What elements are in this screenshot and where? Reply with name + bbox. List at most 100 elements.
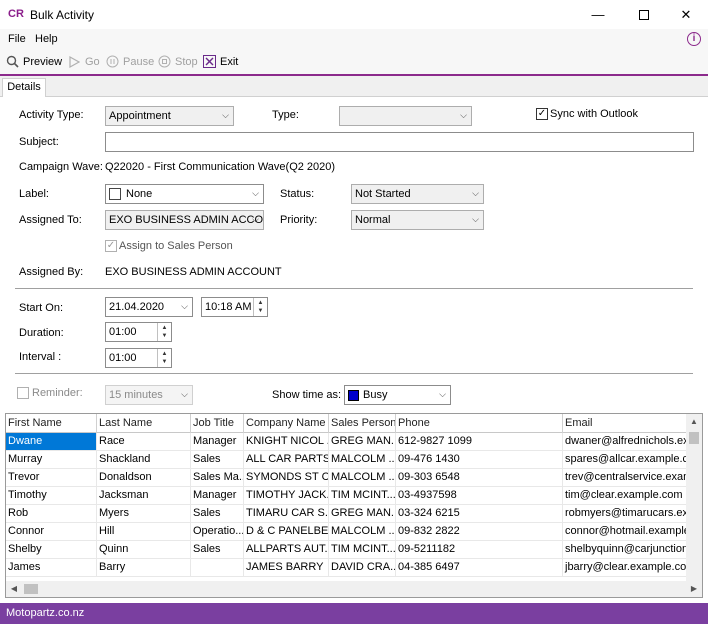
- table-cell[interactable]: SYMONDS ST C...: [244, 469, 329, 487]
- pause-button[interactable]: Pause: [106, 55, 154, 68]
- table-row[interactable]: Dwane Race Manager KNIGHT NICOL ... GREG MAN…: [6, 433, 696, 451]
- column-header[interactable]: Phone: [396, 414, 563, 433]
- table-cell[interactable]: 04-385 6497: [396, 559, 563, 577]
- table-cell[interactable]: 03-324 6215: [396, 505, 563, 523]
- type-select[interactable]: ⌵: [339, 106, 472, 126]
- table-cell[interactable]: TIM MCINT...: [329, 541, 396, 559]
- preview-button[interactable]: Preview: [6, 55, 62, 68]
- table-cell[interactable]: Myers: [97, 505, 191, 523]
- table-cell[interactable]: Donaldson: [97, 469, 191, 487]
- column-header[interactable]: Company Name: [244, 414, 329, 433]
- menu-help[interactable]: Help: [35, 33, 58, 45]
- table-cell[interactable]: 03-4937598: [396, 487, 563, 505]
- spinner-icon[interactable]: ▲ ▼: [157, 349, 171, 367]
- spinner-icon[interactable]: ▲ ▼: [157, 323, 171, 341]
- table-cell[interactable]: TIM MCINT...: [329, 487, 396, 505]
- table-row[interactable]: Shelby Quinn Sales ALLPARTS AUT... TIM MCINT…: [6, 541, 696, 559]
- scroll-up-icon[interactable]: ▲: [686, 414, 702, 430]
- info-icon[interactable]: i: [687, 32, 701, 46]
- table-cell[interactable]: Trevor: [6, 469, 97, 487]
- scroll-thumb[interactable]: [689, 432, 699, 444]
- table-cell[interactable]: JAMES BARRY: [244, 559, 329, 577]
- start-time-input[interactable]: 10:18 AM ▲ ▼: [201, 297, 268, 317]
- table-cell[interactable]: jbarry@clear.example.com: [563, 559, 696, 577]
- priority-select[interactable]: Normal ⌵: [351, 210, 484, 230]
- table-cell[interactable]: dwaner@alfrednichols.exa: [563, 433, 696, 451]
- table-cell[interactable]: [191, 559, 244, 577]
- table-cell[interactable]: James: [6, 559, 97, 577]
- table-row[interactable]: James Barry JAMES BARRY DAVID CRA... 04-385 …: [6, 559, 696, 577]
- table-cell[interactable]: Shackland: [97, 451, 191, 469]
- table-row[interactable]: Rob Myers Sales TIMARU CAR S... GREG MAN... 0…: [6, 505, 696, 523]
- horizontal-scrollbar[interactable]: ◀ ▶: [6, 581, 702, 597]
- table-cell[interactable]: 09-303 6548: [396, 469, 563, 487]
- table-cell[interactable]: Race: [97, 433, 191, 451]
- table-cell[interactable]: DAVID CRA...: [329, 559, 396, 577]
- scroll-thumb[interactable]: [24, 584, 38, 594]
- tab-details[interactable]: Details: [2, 78, 46, 97]
- table-cell[interactable]: Manager: [191, 433, 244, 451]
- table-cell[interactable]: Sales Ma...: [191, 469, 244, 487]
- table-cell[interactable]: Murray: [6, 451, 97, 469]
- scroll-right-icon[interactable]: ▶: [686, 581, 702, 597]
- subject-input[interactable]: [105, 132, 694, 152]
- table-cell[interactable]: MALCOLM ...: [329, 469, 396, 487]
- table-cell[interactable]: Operatio...: [191, 523, 244, 541]
- vertical-scrollbar[interactable]: ▲: [686, 414, 702, 581]
- table-cell[interactable]: Timothy: [6, 487, 97, 505]
- column-header[interactable]: Job Title: [191, 414, 244, 433]
- table-cell[interactable]: spares@allcar.example.co: [563, 451, 696, 469]
- table-cell[interactable]: ALLPARTS AUT...: [244, 541, 329, 559]
- table-cell[interactable]: Quinn: [97, 541, 191, 559]
- table-row[interactable]: Murray Shackland Sales ALL CAR PARTS MALCOLM…: [6, 451, 696, 469]
- activity-type-select[interactable]: Appointment ⌵: [105, 106, 234, 126]
- table-row[interactable]: Timothy Jacksman Manager TIMOTHY JACK... TIM…: [6, 487, 696, 505]
- table-cell[interactable]: 09-476 1430: [396, 451, 563, 469]
- interval-input[interactable]: 01:00 ▲ ▼: [105, 348, 172, 368]
- table-cell[interactable]: robmyers@timarucars.exa: [563, 505, 696, 523]
- table-cell[interactable]: connor@hotmail.example: [563, 523, 696, 541]
- table-cell[interactable]: Hill: [97, 523, 191, 541]
- maximize-button[interactable]: [621, 0, 667, 29]
- assign-sales-checkbox[interactable]: ✓ Assign to Sales Person: [105, 240, 233, 252]
- assigned-to-select[interactable]: EXO BUSINESS ADMIN ACCO ⌵: [105, 210, 264, 230]
- table-cell[interactable]: D & C PANELBE...: [244, 523, 329, 541]
- column-header[interactable]: First Name: [6, 414, 97, 433]
- spinner-icon[interactable]: ▲ ▼: [253, 298, 267, 316]
- table-cell[interactable]: TIMARU CAR S...: [244, 505, 329, 523]
- start-date-picker[interactable]: 21.04.2020 ⌵: [105, 297, 193, 317]
- status-select[interactable]: Not Started ⌵: [351, 184, 484, 204]
- table-cell[interactable]: 09-5211182: [396, 541, 563, 559]
- minimize-button[interactable]: —: [575, 0, 621, 29]
- duration-input[interactable]: 01:00 ▲ ▼: [105, 322, 172, 342]
- label-select[interactable]: None ⌵: [105, 184, 264, 204]
- table-cell[interactable]: Manager: [191, 487, 244, 505]
- table-cell[interactable]: tim@clear.example.com: [563, 487, 696, 505]
- reminder-select[interactable]: 15 minutes ⌵: [105, 385, 193, 405]
- table-cell[interactable]: 09-832 2822: [396, 523, 563, 541]
- close-button[interactable]: ✕: [663, 0, 708, 29]
- table-cell[interactable]: GREG MAN...: [329, 433, 396, 451]
- table-cell[interactable]: shelbyquinn@carjunction: [563, 541, 696, 559]
- menu-file[interactable]: File: [8, 33, 26, 45]
- reminder-checkbox[interactable]: Reminder:: [17, 387, 83, 399]
- column-header[interactable]: Email: [563, 414, 696, 433]
- table-cell[interactable]: Sales: [191, 451, 244, 469]
- scroll-left-icon[interactable]: ◀: [6, 581, 22, 597]
- table-cell[interactable]: ALL CAR PARTS: [244, 451, 329, 469]
- table-cell[interactable]: MALCOLM ...: [329, 451, 396, 469]
- table-cell[interactable]: KNIGHT NICOL ...: [244, 433, 329, 451]
- table-cell[interactable]: Sales: [191, 541, 244, 559]
- table-cell[interactable]: 612-9827 1099: [396, 433, 563, 451]
- show-time-select[interactable]: Busy ⌵: [344, 385, 451, 405]
- table-cell[interactable]: Dwane: [6, 433, 97, 451]
- sync-outlook-checkbox[interactable]: ✓ Sync with Outlook: [536, 108, 638, 120]
- table-cell[interactable]: Barry: [97, 559, 191, 577]
- stop-button[interactable]: Stop: [158, 55, 198, 68]
- exit-button[interactable]: Exit: [203, 55, 238, 68]
- table-cell[interactable]: MALCOLM ...: [329, 523, 396, 541]
- table-cell[interactable]: trev@centralservice.examp: [563, 469, 696, 487]
- column-header[interactable]: Last Name: [97, 414, 191, 433]
- table-cell[interactable]: Sales: [191, 505, 244, 523]
- table-row[interactable]: Connor Hill Operatio... D & C PANELBE... MAL…: [6, 523, 696, 541]
